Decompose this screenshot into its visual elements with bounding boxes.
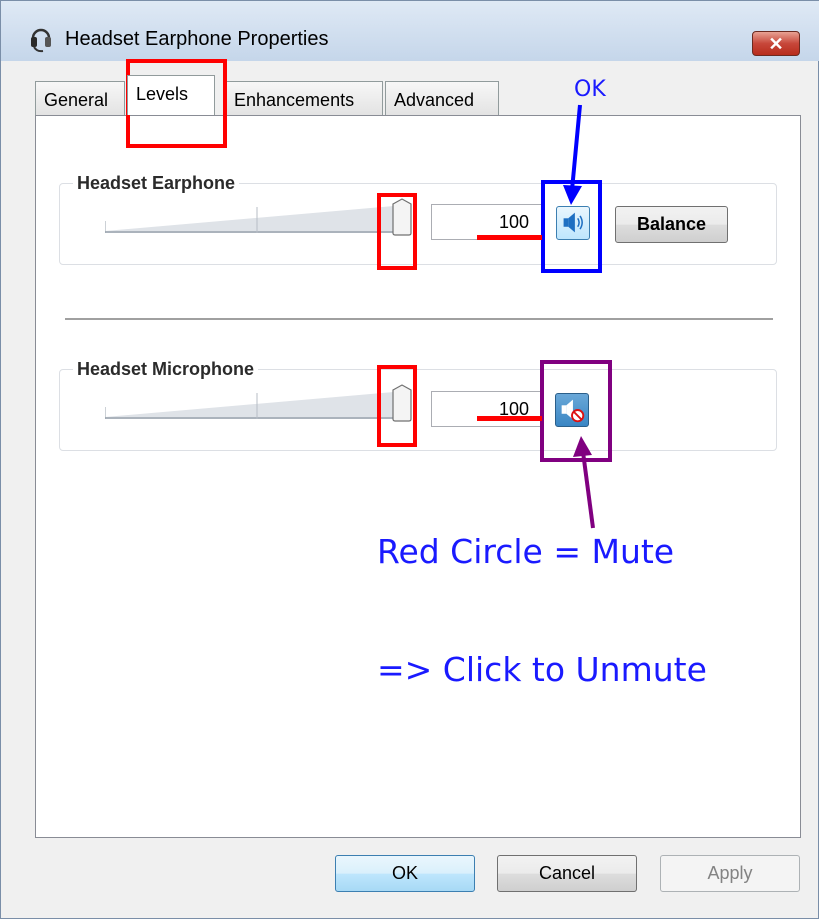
microphone-value-field[interactable]: 100 xyxy=(431,391,541,427)
cancel-label: Cancel xyxy=(538,863,596,883)
close-button[interactable]: ✕ xyxy=(752,31,800,56)
earphone-value: 100 xyxy=(498,212,529,232)
microphone-value-underline xyxy=(477,416,542,421)
tab-advanced[interactable]: Advanced xyxy=(385,81,499,115)
title-bar[interactable]: Headset Earphone Properties ✕ xyxy=(1,1,819,61)
tab-label: Levels xyxy=(136,84,189,104)
tab-label: General xyxy=(44,90,109,110)
earphone-volume-slider[interactable] xyxy=(105,198,412,239)
slider-track xyxy=(105,205,405,233)
properties-window: Headset Earphone Properties ✕ General Le… xyxy=(0,0,819,919)
ok-label: OK xyxy=(391,863,418,883)
tab-label: Enhancements xyxy=(234,90,355,110)
apply-label: Apply xyxy=(707,863,753,883)
slider-track xyxy=(105,391,405,419)
unmute-note: => Click to Unmute xyxy=(377,650,707,689)
balance-label: Balance xyxy=(636,214,707,234)
separator xyxy=(65,318,773,321)
earphone-group-label: Headset Earphone xyxy=(73,173,240,194)
balance-button[interactable]: Balance xyxy=(615,206,728,243)
earphone-value-underline xyxy=(477,235,542,240)
microphone-thumb-highlight xyxy=(377,365,417,447)
mute-note: Red Circle = Mute xyxy=(377,532,675,571)
tab-enhancements[interactable]: Enhancements xyxy=(225,81,383,115)
window-title: Headset Earphone Properties xyxy=(65,28,329,50)
tab-label: Advanced xyxy=(394,90,475,110)
microphone-speaker-highlight xyxy=(540,360,612,462)
microphone-volume-slider[interactable] xyxy=(105,384,412,425)
tab-levels[interactable]: Levels xyxy=(127,75,215,115)
close-icon: ✕ xyxy=(768,34,784,54)
cancel-button[interactable]: Cancel xyxy=(497,855,637,892)
earphone-thumb-highlight xyxy=(377,193,417,270)
apply-button[interactable]: Apply xyxy=(660,855,800,892)
ok-annotation: OK xyxy=(574,77,606,102)
headset-icon xyxy=(31,28,51,53)
ok-button[interactable]: OK xyxy=(335,855,475,892)
earphone-speaker-highlight xyxy=(541,180,602,273)
microphone-group-label: Headset Microphone xyxy=(73,359,259,380)
tab-general[interactable]: General xyxy=(35,81,125,115)
